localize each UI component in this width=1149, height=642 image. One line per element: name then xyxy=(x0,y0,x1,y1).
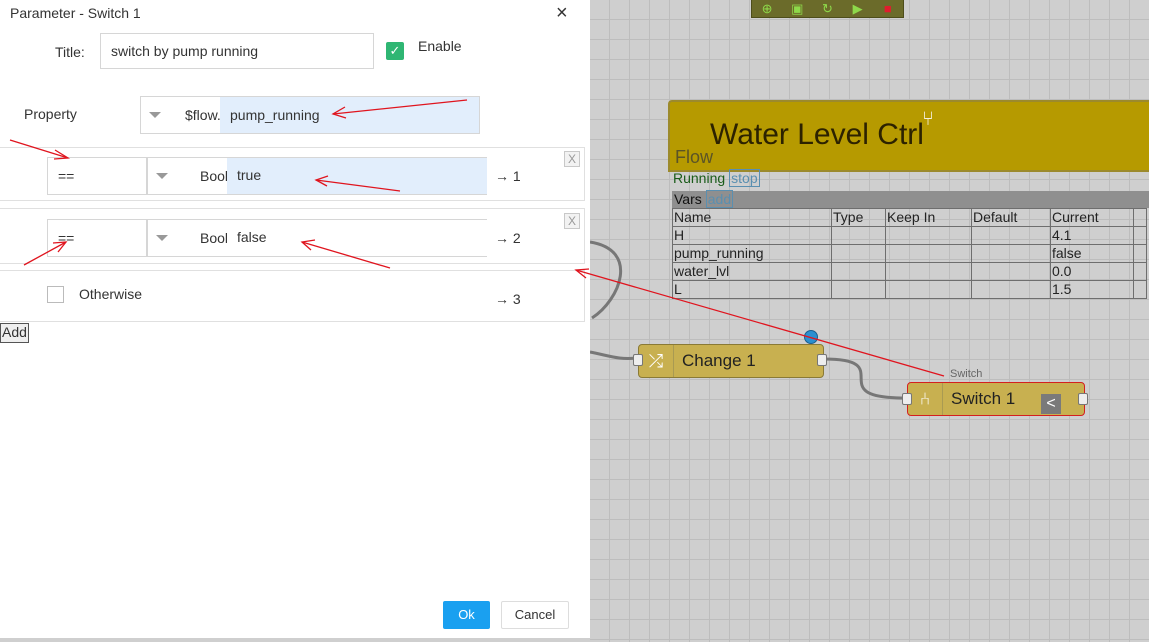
var-current: false xyxy=(1050,244,1134,263)
var-keep-in xyxy=(885,280,972,299)
type-label: Bool xyxy=(200,168,229,184)
title-label: Title: xyxy=(55,44,85,60)
column-header: Type xyxy=(831,208,886,227)
table-row[interactable]: H 4.1 xyxy=(672,226,1147,245)
table-header-row: Name Type Keep In Default Current xyxy=(672,208,1147,227)
var-default xyxy=(971,262,1051,281)
var-name: H xyxy=(672,226,832,245)
flow-canvas[interactable] xyxy=(590,0,1149,642)
var-keep-in xyxy=(885,244,972,263)
rule-output: → 2 xyxy=(495,230,521,246)
var-name: L xyxy=(672,280,832,299)
var-name: water_lvl xyxy=(672,262,832,281)
node-label: Change 1 xyxy=(682,351,756,370)
var-default xyxy=(971,226,1051,245)
status-running: Running xyxy=(673,170,726,186)
flow-status: Running stop xyxy=(673,169,760,187)
canvas-toolbar: ⊕ ▣ ↻ ▶ ■ xyxy=(751,0,904,18)
close-icon[interactable]: × xyxy=(556,2,568,25)
type-label: Bool xyxy=(200,230,229,246)
var-type xyxy=(831,244,886,263)
remove-rule-button[interactable]: X xyxy=(564,213,580,229)
dialog-bottom-edge xyxy=(0,638,590,642)
title-input[interactable] xyxy=(100,33,374,69)
property-input[interactable]: pump_running xyxy=(220,97,479,133)
column-header xyxy=(1133,208,1147,227)
node-label: Switch 1 xyxy=(951,389,1016,408)
output-port[interactable] xyxy=(817,354,827,366)
var-extra xyxy=(1133,226,1147,245)
block-title: Water Level Ctrl xyxy=(710,118,924,151)
vars-bar: Vars add xyxy=(672,190,1149,208)
chevron-down-icon[interactable] xyxy=(156,173,168,179)
chevron-down-icon[interactable] xyxy=(149,112,161,118)
parameter-dialog: Parameter - Switch 1 × Title: ✓ Enable P… xyxy=(0,0,590,642)
chevron-down-icon[interactable] xyxy=(156,235,168,241)
refresh-icon[interactable]: ↻ xyxy=(818,1,836,16)
input-port[interactable] xyxy=(633,354,643,366)
column-header: Current xyxy=(1050,208,1134,227)
var-type xyxy=(831,226,886,245)
vars-label: Vars xyxy=(674,191,702,207)
table-row[interactable]: L 1.5 xyxy=(672,280,1147,299)
property-label: Property xyxy=(24,106,77,122)
otherwise-checkbox[interactable] xyxy=(47,286,64,303)
var-extra xyxy=(1133,262,1147,281)
var-type xyxy=(831,262,886,281)
rule-output: → 1 xyxy=(495,168,521,184)
dialog-title: Parameter - Switch 1 xyxy=(10,5,141,21)
vars-add-button[interactable]: add xyxy=(705,190,734,208)
shuffle-icon: ⤮ xyxy=(639,345,674,377)
var-name: pump_running xyxy=(672,244,832,263)
column-header: Default xyxy=(971,208,1051,227)
cancel-button[interactable]: Cancel xyxy=(501,601,569,629)
operator-select[interactable]: == xyxy=(47,157,147,195)
table-row[interactable]: water_lvl 0.0 xyxy=(672,262,1147,281)
var-keep-in xyxy=(885,262,972,281)
rule-value-input[interactable]: false xyxy=(227,220,487,256)
ok-button[interactable]: Ok xyxy=(443,601,490,629)
column-header: Name xyxy=(672,208,832,227)
remove-rule-button[interactable]: X xyxy=(564,151,580,167)
flow-label: Flow xyxy=(675,147,714,167)
var-type xyxy=(831,280,886,299)
var-keep-in xyxy=(885,226,972,245)
operator-select[interactable]: == xyxy=(47,219,147,257)
var-default xyxy=(971,244,1051,263)
vars-table: Name Type Keep In Default Current H 4.1 p… xyxy=(672,208,1147,299)
add-rule-button[interactable]: Add xyxy=(0,323,29,343)
enable-checkbox[interactable]: ✓ xyxy=(386,42,404,60)
stop-button[interactable]: stop xyxy=(729,169,760,187)
output-port[interactable] xyxy=(1078,393,1088,405)
switch-branch-icon: ⑃ xyxy=(908,383,943,415)
play-icon[interactable]: ▶ xyxy=(849,1,867,16)
property-prefix: $flow. xyxy=(185,107,221,123)
table-row[interactable]: pump_running false xyxy=(672,244,1147,263)
var-current: 0.0 xyxy=(1050,262,1134,281)
column-header: Keep In xyxy=(885,208,972,227)
rule-value-input[interactable]: true xyxy=(227,158,487,194)
target-icon[interactable]: ⊕ xyxy=(758,1,776,16)
flow-branch-icon: ⑂ xyxy=(922,108,934,130)
stop-icon[interactable]: ■ xyxy=(879,1,897,16)
otherwise-label: Otherwise xyxy=(79,286,143,302)
var-default xyxy=(971,280,1051,299)
water-level-block[interactable]: Water Level Ctrl ⑂ xyxy=(668,100,1149,172)
save-icon[interactable]: ▣ xyxy=(788,1,806,16)
back-button[interactable]: < xyxy=(1041,394,1061,414)
var-extra xyxy=(1133,280,1147,299)
var-extra xyxy=(1133,244,1147,263)
link-handle[interactable] xyxy=(804,330,818,344)
var-current: 4.1 xyxy=(1050,226,1134,245)
enable-label: Enable xyxy=(418,38,462,54)
change-node[interactable]: ⤮ Change 1 xyxy=(638,344,824,378)
var-current: 1.5 xyxy=(1050,280,1134,299)
node-type-tag: Switch xyxy=(950,368,983,380)
input-port[interactable] xyxy=(902,393,912,405)
otherwise-output: → 3 xyxy=(495,291,521,307)
